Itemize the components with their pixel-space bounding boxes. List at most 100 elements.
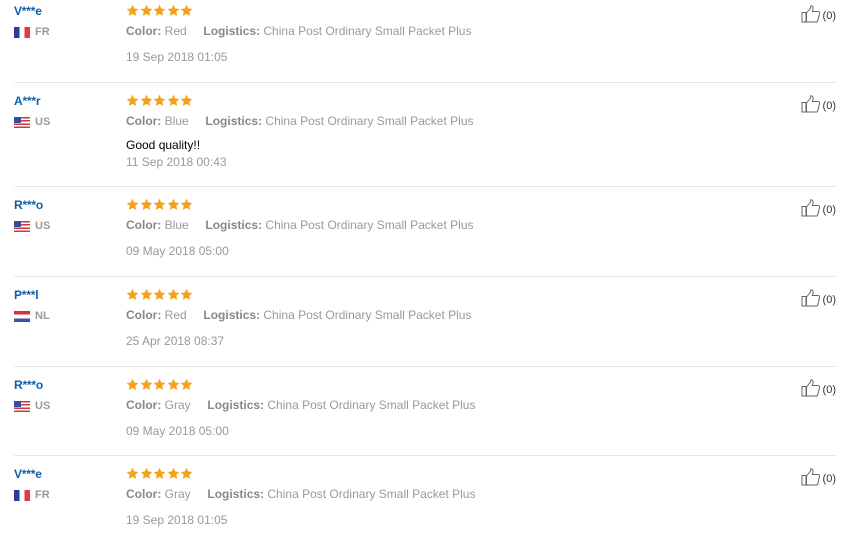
star-rating xyxy=(126,378,194,396)
thumbs-up-icon xyxy=(801,379,823,400)
thumbs-up-icon xyxy=(801,289,823,310)
logistics-label: Logistics: xyxy=(203,308,261,322)
country-code: NL xyxy=(35,310,50,322)
logistics-label: Logistics: xyxy=(205,218,263,232)
star-icon xyxy=(140,198,154,216)
review-text: Good quality!! xyxy=(126,138,201,152)
logistics-value: China Post Ordinary Small Packet Plus xyxy=(267,398,476,412)
logistics-label: Logistics: xyxy=(207,398,265,412)
star-icon xyxy=(126,378,140,396)
reviewer-country: US xyxy=(14,116,50,128)
country-flag-icon xyxy=(14,116,30,128)
star-icon xyxy=(153,4,167,22)
country-flag-icon xyxy=(14,489,30,501)
helpful-count: (0) xyxy=(822,472,836,485)
star-icon xyxy=(153,467,167,485)
logistics-value: China Post Ordinary Small Packet Plus xyxy=(265,218,474,232)
country-flag-icon xyxy=(14,26,30,38)
order-attributes: Color: Gray Logistics: China Post Ordina… xyxy=(126,487,475,501)
color-label: Color: xyxy=(126,487,162,501)
thumbs-up-icon xyxy=(801,95,823,116)
star-icon xyxy=(167,467,181,485)
order-attributes: Color: Red Logistics: China Post Ordinar… xyxy=(126,24,471,38)
order-attributes: Color: Blue Logistics: China Post Ordina… xyxy=(126,114,474,128)
order-attributes: Color: Red Logistics: China Post Ordinar… xyxy=(126,308,471,322)
country-flag-icon xyxy=(14,220,30,232)
thumbs-up-icon xyxy=(801,199,823,220)
reviewer-country: US xyxy=(14,220,50,232)
star-icon xyxy=(180,198,194,216)
reviewer-country: FR xyxy=(14,489,50,501)
reviewer-country: FR xyxy=(14,26,50,38)
star-icon xyxy=(167,4,181,22)
star-icon xyxy=(180,4,194,22)
star-icon xyxy=(140,378,154,396)
review-date: 19 Sep 2018 01:05 xyxy=(126,50,228,64)
helpful-button[interactable]: (0) xyxy=(801,289,836,310)
review-item: V***e FR Color: Gray Logistics: China Po… xyxy=(14,463,836,534)
logistics-value: China Post Ordinary Small Packet Plus xyxy=(263,24,472,38)
star-icon xyxy=(126,288,140,306)
review-date: 25 Apr 2018 08:37 xyxy=(126,334,225,348)
helpful-button[interactable]: (0) xyxy=(801,5,836,26)
color-label: Color: xyxy=(126,218,162,232)
helpful-button[interactable]: (0) xyxy=(801,468,836,489)
review-item: A***r US Color: Blue Logistics: China Po… xyxy=(14,90,836,187)
color-label: Color: xyxy=(126,24,162,38)
reviewer-name: V***e xyxy=(14,4,42,18)
color-value: Gray xyxy=(164,398,191,412)
reviewer-country: US xyxy=(14,400,50,412)
logistics-value: China Post Ordinary Small Packet Plus xyxy=(267,487,476,501)
helpful-button[interactable]: (0) xyxy=(801,379,836,400)
color-value: Gray xyxy=(164,487,191,501)
helpful-count: (0) xyxy=(822,99,836,112)
helpful-count: (0) xyxy=(822,9,836,22)
thumbs-up-icon xyxy=(801,468,823,489)
review-item: R***o US Color: Blue Logistics: China Po… xyxy=(14,194,836,277)
star-icon xyxy=(126,198,140,216)
color-value: Blue xyxy=(164,218,189,232)
star-icon xyxy=(180,378,194,396)
review-date: 09 May 2018 05:00 xyxy=(126,424,229,438)
country-code: US xyxy=(35,220,51,232)
country-flag-icon xyxy=(14,310,30,322)
star-icon xyxy=(126,94,140,112)
review-date: 19 Sep 2018 01:05 xyxy=(126,513,228,527)
star-icon xyxy=(180,467,194,485)
star-icon xyxy=(140,288,154,306)
star-icon xyxy=(126,4,140,22)
logistics-value: China Post Ordinary Small Packet Plus xyxy=(263,308,472,322)
order-attributes: Color: Gray Logistics: China Post Ordina… xyxy=(126,398,475,412)
star-icon xyxy=(180,288,194,306)
review-date: 11 Sep 2018 00:43 xyxy=(126,155,227,169)
color-value: Red xyxy=(164,308,187,322)
star-icon xyxy=(167,198,181,216)
reviewer-name: P***l xyxy=(14,288,39,302)
logistics-label: Logistics: xyxy=(205,114,263,128)
reviewer-name: R***o xyxy=(14,378,44,392)
helpful-button[interactable]: (0) xyxy=(801,199,836,220)
thumbs-up-icon xyxy=(801,5,823,26)
review-item: V***e FR Color: Red Logistics: China Pos… xyxy=(14,0,836,83)
country-flag-icon xyxy=(14,400,30,412)
reviewer-country: NL xyxy=(14,310,50,322)
helpful-button[interactable]: (0) xyxy=(801,95,836,116)
star-rating xyxy=(126,94,194,112)
review-item: R***o US Color: Gray Logistics: China Po… xyxy=(14,374,836,456)
logistics-label: Logistics: xyxy=(207,487,265,501)
country-code: FR xyxy=(35,26,50,38)
country-code: US xyxy=(35,400,51,412)
star-icon xyxy=(180,94,194,112)
reviewer-name: V***e xyxy=(14,467,42,481)
color-label: Color: xyxy=(126,398,162,412)
star-icon xyxy=(167,288,181,306)
star-icon xyxy=(167,378,181,396)
star-icon xyxy=(153,378,167,396)
review-date: 09 May 2018 05:00 xyxy=(126,244,229,258)
reviewer-name: R***o xyxy=(14,198,44,212)
helpful-count: (0) xyxy=(822,383,836,396)
star-rating xyxy=(126,288,194,306)
order-attributes: Color: Blue Logistics: China Post Ordina… xyxy=(126,218,474,232)
color-value: Red xyxy=(164,24,187,38)
star-rating xyxy=(126,467,194,485)
